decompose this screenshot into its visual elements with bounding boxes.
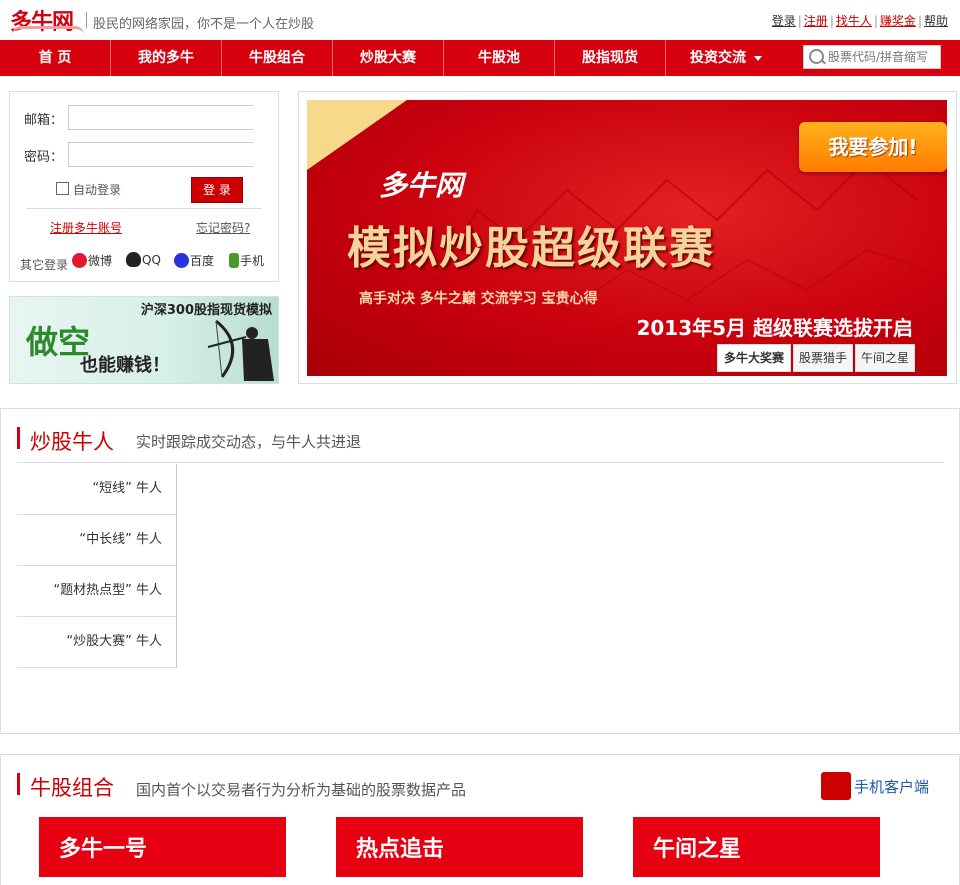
- menu-short-term[interactable]: “短线” 牛人: [17, 464, 176, 515]
- join-button[interactable]: 我要参加!: [799, 122, 947, 172]
- password-label: 密码：: [24, 150, 64, 165]
- mobile-login[interactable]: 手机: [229, 252, 264, 269]
- find-bull-link[interactable]: 找牛人: [836, 14, 872, 28]
- banner-tab-grand-prize[interactable]: 多牛大奖赛: [717, 344, 791, 372]
- weibo-icon: [72, 253, 87, 268]
- register-account-link[interactable]: 注册多牛账号: [50, 219, 122, 236]
- nav-index-spot[interactable]: 股指现货: [555, 40, 666, 76]
- banner-tab-stock-hunter[interactable]: 股票猎手: [793, 344, 853, 372]
- nav-investment-label: 投资交流: [690, 50, 746, 66]
- help-link[interactable]: 帮助: [924, 14, 948, 28]
- qq-login[interactable]: QQ: [126, 252, 161, 267]
- card-title: 热点追击: [356, 837, 445, 862]
- nav-home[interactable]: 首 页: [0, 40, 111, 76]
- menu-contest[interactable]: “炒股大赛” 牛人: [17, 617, 176, 668]
- banner-subtitle: 高手对决 多牛之巅 交流学习 宝贵心得: [359, 291, 598, 307]
- section-accent-bar: [17, 427, 20, 449]
- contest-banner[interactable]: 我要参加! 多牛网 模拟炒股超级联赛 高手对决 多牛之巅 交流学习 宝贵心得 2…: [307, 100, 947, 376]
- register-link[interactable]: 注册: [804, 14, 828, 28]
- mobile-app-icon: [821, 772, 851, 800]
- promo-header: 沪深300股指现货模拟: [140, 303, 272, 318]
- banner-container: 我要参加! 多牛网 模拟炒股超级联赛 高手对决 多牛之巅 交流学习 宝贵心得 2…: [298, 91, 957, 384]
- search-input[interactable]: [828, 47, 936, 67]
- login-link[interactable]: 登录: [772, 14, 796, 28]
- section-divider: [17, 462, 944, 463]
- nav-my-duoniu[interactable]: 我的多牛: [111, 40, 222, 76]
- top-bar: 多牛网 股民的网络家园，你不是一个人在炒股 登录 | 注册 | 找牛人 | 赚奖金 | 帮助: [0, 0, 960, 40]
- nav-stock-pool[interactable]: 牛股池: [444, 40, 555, 76]
- mobile-label: 手机: [240, 254, 265, 268]
- menu-mid-long-term[interactable]: “中长线” 牛人: [17, 515, 176, 566]
- stock-portfolio-section: 牛股组合 国内首个以交易者行为分析为基础的股票数据产品 手机客户端 多牛一号 热…: [0, 754, 960, 885]
- mobile-client-label: 手机客户端: [854, 778, 930, 796]
- chevron-down-icon: [754, 55, 762, 61]
- menu-hot-topic[interactable]: “题材热点型” 牛人: [17, 566, 176, 617]
- banner-tab-noon-star[interactable]: 午间之星: [855, 344, 915, 372]
- nav-contest[interactable]: 炒股大赛: [333, 40, 444, 76]
- password-field[interactable]: [68, 142, 253, 167]
- other-login-label: 其它登录: [20, 258, 69, 272]
- banner-brand: 多牛网: [379, 169, 464, 202]
- login-panel: 邮箱： 密码： 自动登录 登 录 注册多牛账号 忘记密码? 其它登录 微博 QQ…: [9, 91, 279, 282]
- promo-subline: 也能赚钱！: [80, 355, 170, 376]
- section-desc: 实时跟踪成交动态，与牛人共进退: [136, 433, 362, 451]
- search-icon: [809, 49, 824, 64]
- login-button[interactable]: 登 录: [191, 177, 243, 203]
- baidu-login[interactable]: 百度: [174, 252, 214, 269]
- banner-title: 模拟炒股超级联赛: [347, 223, 715, 274]
- stock-search[interactable]: [803, 45, 941, 69]
- forgot-password-link[interactable]: 忘记密码?: [196, 219, 250, 236]
- section-accent-bar: [17, 773, 20, 795]
- email-input[interactable]: [69, 106, 253, 129]
- portfolio-card-hot-chase[interactable]: 热点追击: [336, 817, 583, 877]
- weibo-login[interactable]: 微博: [72, 252, 112, 269]
- earn-bonus-link[interactable]: 赚奖金: [880, 14, 916, 28]
- top-links: 登录 | 注册 | 找牛人 | 赚奖金 | 帮助: [771, 14, 948, 28]
- email-field[interactable]: [68, 105, 253, 130]
- archer-icon: [207, 319, 274, 381]
- auto-login-checkbox[interactable]: [56, 182, 69, 195]
- page-curl: [307, 100, 407, 170]
- weibo-label: 微博: [88, 254, 113, 268]
- section-title: 炒股牛人: [30, 430, 114, 454]
- login-divider: [26, 208, 262, 209]
- auto-login-label: 自动登录: [73, 183, 122, 197]
- short-selling-promo[interactable]: 沪深300股指现货模拟 做空 也能赚钱！: [9, 296, 279, 384]
- section-title: 牛股组合: [30, 776, 114, 800]
- portfolio-card-noon-star[interactable]: 午间之星: [633, 817, 880, 877]
- qq-label: QQ: [142, 253, 161, 267]
- nav-investment-exchange[interactable]: 投资交流: [666, 40, 786, 76]
- trader-type-menu: “短线” 牛人 “中长线” 牛人 “题材热点型” 牛人 “炒股大赛” 牛人: [17, 464, 177, 668]
- section-desc: 国内首个以交易者行为分析为基础的股票数据产品: [136, 781, 467, 799]
- qq-penguin-icon: [126, 252, 141, 267]
- site-tagline: 股民的网络家园，你不是一个人在炒股: [93, 17, 315, 32]
- logo-swoosh: [12, 26, 84, 35]
- password-input[interactable]: [69, 143, 253, 166]
- card-title: 多牛一号: [59, 837, 148, 862]
- nav-stock-portfolio[interactable]: 牛股组合: [222, 40, 333, 76]
- phone-icon: [229, 253, 239, 268]
- email-label: 邮箱：: [24, 113, 64, 128]
- portfolio-card-duoniu-1[interactable]: 多牛一号: [39, 817, 286, 877]
- bull-traders-section: 炒股牛人 实时跟踪成交动态，与牛人共进退 “短线” 牛人 “中长线” 牛人 “题…: [0, 408, 960, 734]
- banner-date: 2013年5月 超级联赛选拔开启: [636, 316, 913, 340]
- main-nav: 首 页 我的多牛 牛股组合 炒股大赛 牛股池 股指现货 投资交流: [0, 40, 960, 76]
- baidu-label: 百度: [190, 254, 215, 268]
- card-title: 午间之星: [653, 837, 742, 862]
- mobile-client-link[interactable]: 手机客户端: [821, 772, 929, 800]
- baidu-paw-icon: [174, 253, 189, 268]
